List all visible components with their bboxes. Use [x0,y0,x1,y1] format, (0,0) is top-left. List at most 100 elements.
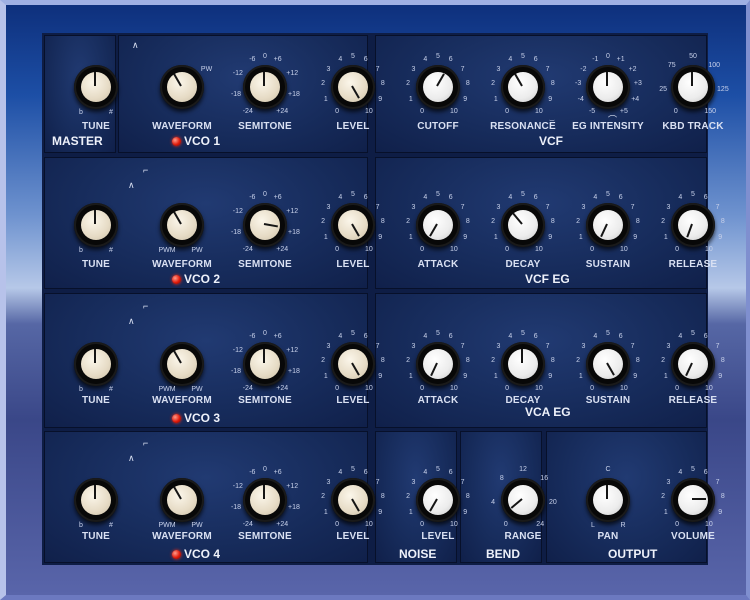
knob-cap [508,349,538,379]
knob-cap [167,210,197,240]
scale-tick-label: 0 [675,521,680,529]
scale-tick-label: 2 [406,357,411,365]
scale-tick-label: 1 [578,372,583,380]
scale-tick-label: 6 [363,332,368,340]
saw-wave-icon: ∧ [132,40,139,50]
vca-eg-attack-label: ATTACK [417,395,459,406]
vca-eg-release-label: RELEASE [668,395,718,406]
knob-cap [167,72,197,102]
scale-tick-label: +6 [273,193,282,201]
vco3-waveform-knob[interactable] [160,342,204,386]
scale-tick-label: 6 [363,193,368,201]
scale-tick-label: 3 [496,342,501,350]
scale-tick-label: 6 [618,193,623,201]
scale-tick-label: 9 [378,233,383,241]
scale-tick-label: +24 [276,520,289,528]
vco4-tune-knob[interactable] [74,478,118,522]
saw-wave-icon: ⌐ [143,301,149,311]
output-pan-knob[interactable] [586,478,630,522]
vcf-kbd-track-knob[interactable] [671,65,715,109]
scale-tick-label: 1 [663,233,668,241]
scale-tick-label: PWM [158,246,176,254]
scale-tick-label: 6 [448,55,453,63]
master-tune-knob[interactable] [74,65,118,109]
knob-cap [423,349,453,379]
scale-tick-label: 6 [533,55,538,63]
scale-tick-label: 7 [545,203,550,211]
vcf-eg-title: VCF EG [525,272,570,286]
scale-tick-label: 1 [493,372,498,380]
scale-tick-label: 8 [465,218,470,226]
knob-cap [250,485,280,515]
knob-cap [593,485,623,515]
scale-tick-label: 8 [720,218,725,226]
scale-tick-label: 3 [411,65,416,73]
scale-tick-label: 10 [534,246,543,254]
scale-tick-label: 7 [375,203,380,211]
vco4-waveform-knob[interactable] [160,478,204,522]
vco4-semitone-label: SEMITONE [238,531,292,542]
vco2-waveform-knob[interactable] [160,203,204,247]
scale-tick-label: -24 [242,245,253,253]
scale-tick-label: 7 [460,65,465,73]
scale-tick-label: 150 [704,107,717,115]
scale-tick-label: 7 [460,203,465,211]
scale-tick-label: 50 [689,53,697,60]
vcf-eg-attack-label: ATTACK [417,259,459,270]
vco4-tune-label: TUNE [81,531,111,542]
vco1-waveform-label: WAVEFORM [152,121,212,132]
vco3-led [172,414,181,423]
scale-tick-label: 3 [411,342,416,350]
scale-tick-label: 3 [326,342,331,350]
scale-tick-label: 9 [718,372,723,380]
vco2-tune-knob[interactable] [74,203,118,247]
scale-tick-label: # [109,521,113,529]
scale-tick-label: +24 [276,384,289,392]
scale-tick-label: -24 [242,384,253,392]
scale-tick-label: +12 [286,347,299,355]
scale-tick-label: 6 [618,332,623,340]
scale-tick-label: 1 [408,372,413,380]
scale-tick-label: 0 [335,385,340,393]
vco3-level-label: LEVEL [336,395,370,406]
bend-range-label: RANGE [504,531,542,542]
scale-tick-label: -5 [588,108,596,116]
scale-tick-label: -3 [574,80,582,88]
scale-tick-label: 8 [380,80,385,88]
bend-range-knob[interactable] [501,478,545,522]
scale-tick-label: PW [191,385,203,393]
scale-tick-label: C [605,466,611,473]
knob-pointer [606,72,608,86]
output-title: OUTPUT [608,547,658,561]
noise-title: NOISE [399,547,437,561]
scale-tick-label: 6 [448,332,453,340]
scale-tick-label: -18 [230,228,242,236]
knob-pointer [263,72,265,86]
scale-tick-label: -18 [230,90,242,98]
vco2-semitone-label: SEMITONE [238,259,292,270]
scale-tick-label: 3 [326,65,331,73]
scale-tick-label: 125 [717,85,729,93]
scale-tick-label: 1 [663,372,668,380]
scale-tick-label: PW [191,246,203,254]
vcf-eg-decay-label: DECAY [505,259,541,270]
scale-tick-label: 4 [491,498,496,506]
knob-pointer [263,485,265,499]
scale-tick-label: 9 [378,95,383,103]
vcf-eg-sustain-label: SUSTAIN [585,259,631,270]
knob-pointer [692,498,706,500]
scale-tick-label: 10 [704,521,713,529]
scale-tick-label: 10 [704,246,713,254]
synth-panel: MASTER VCO 1 VCF VCO 2 VCF EG VCO 3 VCA … [42,33,729,565]
scale-tick-label: 9 [548,233,553,241]
vco4-level-label: LEVEL [336,531,370,542]
scale-tick-label: 8 [550,357,555,365]
vcf-kbd-track-label: KBD TRACK [662,121,724,132]
scale-tick-label: +24 [276,245,289,253]
vco3-tune-knob[interactable] [74,342,118,386]
scale-tick-label: -12 [232,483,243,491]
scale-tick-label: 20 [548,498,557,506]
vco1-led [172,137,181,146]
scale-tick-label: 1 [323,508,328,516]
scale-tick-label: 1 [493,95,498,103]
